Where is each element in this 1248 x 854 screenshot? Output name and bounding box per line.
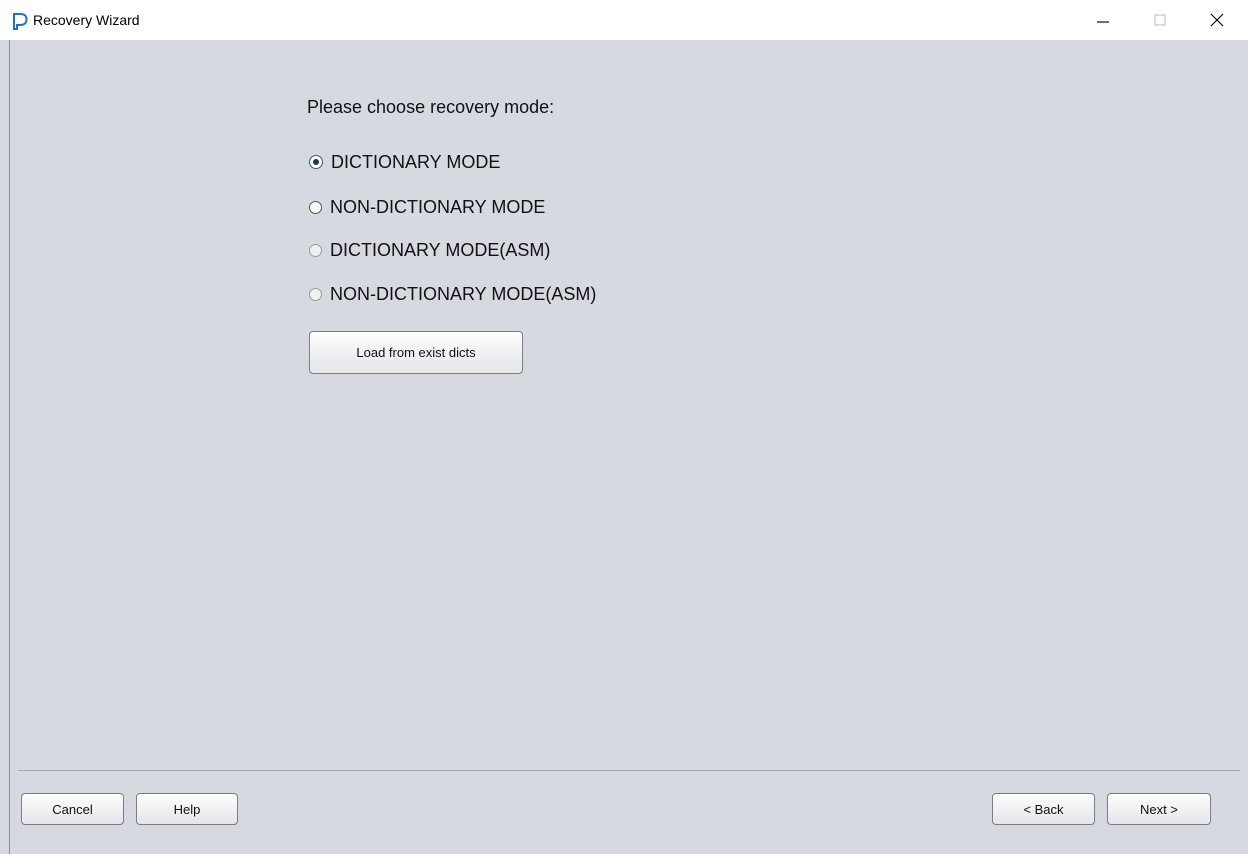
radio-non-dictionary-mode[interactable]: NON-DICTIONARY MODE bbox=[309, 195, 545, 219]
close-icon[interactable] bbox=[1194, 0, 1240, 40]
app-icon bbox=[13, 13, 28, 30]
title-bar: Recovery Wizard bbox=[0, 0, 1248, 40]
radio-non-dictionary-mode-asm[interactable]: NON-DICTIONARY MODE(ASM) bbox=[309, 282, 596, 306]
radio-label: DICTIONARY MODE(ASM) bbox=[330, 239, 551, 260]
cancel-button[interactable]: Cancel bbox=[21, 793, 124, 825]
radio-dictionary-mode-asm[interactable]: DICTIONARY MODE(ASM) bbox=[309, 238, 550, 262]
minimize-icon[interactable] bbox=[1080, 0, 1126, 40]
load-from-exist-dicts-button[interactable]: Load from exist dicts bbox=[309, 331, 523, 374]
maximize-icon[interactable] bbox=[1137, 0, 1183, 40]
back-button[interactable]: < Back bbox=[992, 793, 1095, 825]
mode-prompt: Please choose recovery mode: bbox=[307, 97, 555, 117]
footer-divider bbox=[18, 770, 1240, 771]
window-title: Recovery Wizard bbox=[33, 12, 140, 28]
radio-dictionary-mode[interactable]: DICTIONARY MODE bbox=[309, 150, 500, 174]
radio-label: NON-DICTIONARY MODE bbox=[330, 196, 546, 217]
radio-selected-icon[interactable] bbox=[309, 155, 323, 169]
radio-disabled-icon[interactable] bbox=[309, 287, 322, 301]
wizard-content: Please choose recovery mode: DICTIONARY … bbox=[10, 40, 1248, 854]
radio-unselected-icon[interactable] bbox=[309, 200, 322, 214]
radio-disabled-icon[interactable] bbox=[309, 243, 322, 257]
radio-label: DICTIONARY MODE bbox=[331, 151, 501, 172]
help-button[interactable]: Help bbox=[136, 793, 238, 825]
next-button[interactable]: Next > bbox=[1107, 793, 1211, 825]
radio-label: NON-DICTIONARY MODE(ASM) bbox=[330, 283, 597, 304]
